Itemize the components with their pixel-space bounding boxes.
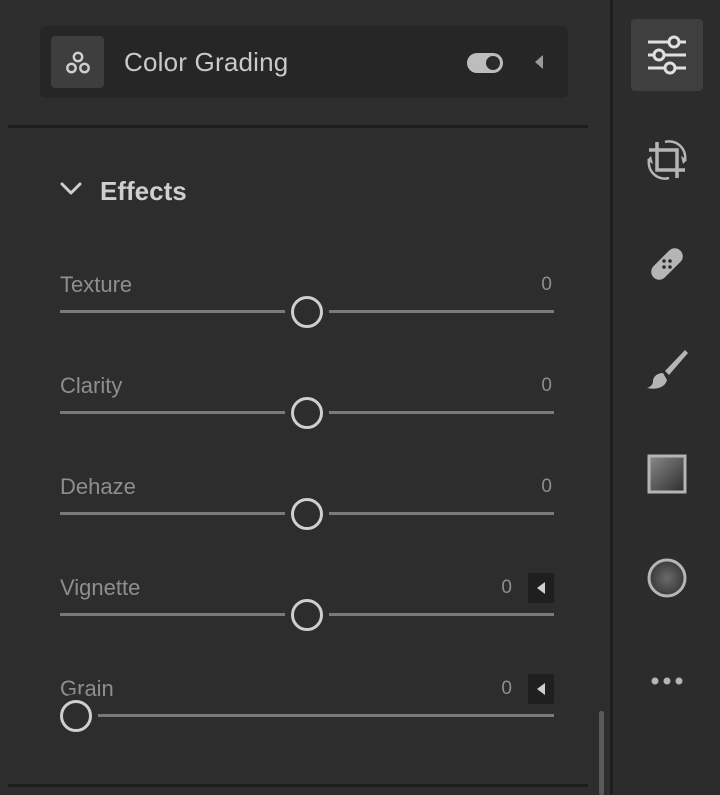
color-grading-title: Color Grading [124, 47, 289, 77]
slider-label: Grain [60, 676, 114, 701]
slider-vignette: Vignette 0 [60, 573, 554, 645]
slider-clarity: Clarity 0 [60, 373, 554, 443]
color-grading-toggle[interactable] [467, 53, 503, 73]
slider-thumb[interactable] [291, 599, 323, 631]
slider-grain: Grain 0 [60, 674, 554, 746]
slider-value[interactable]: 0 [501, 577, 512, 599]
edit-sliders-icon [648, 35, 686, 75]
edit-tool-button[interactable] [631, 19, 703, 91]
section-divider [8, 125, 588, 128]
chevron-down-icon [60, 182, 82, 195]
expand-options-button[interactable] [528, 674, 554, 704]
slider-track[interactable] [60, 714, 554, 717]
linear-gradient-tool-button[interactable] [631, 438, 703, 510]
brush-tool-button[interactable] [631, 333, 703, 405]
slider-label: Texture [60, 272, 133, 297]
tool-strip [613, 0, 720, 795]
slider-thumb[interactable] [291, 296, 323, 328]
more-icon [651, 677, 683, 685]
expand-options-button[interactable] [528, 573, 554, 603]
section-divider [8, 784, 588, 787]
radial-gradient-tool-button[interactable] [631, 542, 703, 614]
slider-label: Vignette [60, 575, 141, 600]
slider-thumb[interactable] [291, 397, 323, 429]
linear-gradient-icon [647, 454, 687, 494]
more-tools-button[interactable] [631, 645, 703, 717]
caret-left-icon [537, 683, 545, 695]
slider-texture: Texture 0 [60, 272, 554, 342]
slider-value[interactable]: 0 [501, 678, 512, 700]
collapse-left-arrow-icon[interactable] [533, 54, 545, 70]
slider-value[interactable]: 0 [541, 375, 552, 397]
color-grading-header[interactable]: Color Grading [40, 26, 568, 98]
slider-thumb[interactable] [291, 498, 323, 530]
toggle-knob [486, 56, 500, 70]
caret-left-icon [537, 582, 545, 594]
crop-rotate-icon [647, 140, 687, 180]
radial-gradient-icon [647, 558, 687, 598]
brush-icon [647, 350, 688, 389]
healing-bandage-icon [651, 248, 683, 280]
slider-dehaze: Dehaze 0 [60, 474, 554, 544]
slider-thumb[interactable] [60, 700, 92, 732]
slider-label: Clarity [60, 373, 123, 398]
color-grading-icon [51, 36, 104, 88]
slider-value[interactable]: 0 [541, 476, 552, 498]
effects-panel: Color Grading Effects Texture 0 Clarity [0, 0, 610, 795]
effects-title: Effects [100, 176, 187, 206]
slider-label: Dehaze [60, 474, 136, 499]
healing-tool-button[interactable] [631, 228, 703, 300]
edit-panel-app: Color Grading Effects Texture 0 Clarity [0, 0, 720, 795]
panel-scrollbar[interactable] [599, 711, 604, 795]
crop-tool-button[interactable] [631, 124, 703, 196]
slider-value[interactable]: 0 [541, 274, 552, 296]
